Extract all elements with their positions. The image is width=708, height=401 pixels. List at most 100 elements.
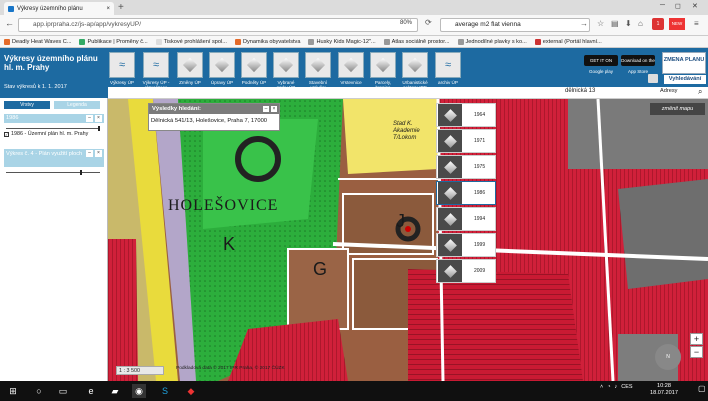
opacity-slider[interactable] xyxy=(6,170,100,175)
search-result-link[interactable]: Dělnická 541/13, Holešovice, Praha 7, 17… xyxy=(151,118,267,124)
browser-tab[interactable]: Výkresy územního plánu × xyxy=(4,2,114,15)
bookmark-item[interactable]: external (Portál hlavní... xyxy=(534,36,602,47)
url-input[interactable]: app.iprpraha.cz/js-ap/app/vykresyUP/ xyxy=(18,18,418,32)
popup-close-button[interactable]: × xyxy=(271,106,277,112)
maximize-icon[interactable]: ◻ xyxy=(675,2,681,10)
tool-vrstevnice[interactable]: Vrstevnice xyxy=(337,52,365,85)
year-item-2009[interactable]: 2009 xyxy=(436,259,496,283)
collapse-button[interactable]: – xyxy=(86,115,93,122)
new-badge[interactable]: NEW xyxy=(669,18,685,30)
language-indicator[interactable]: CES xyxy=(621,384,632,390)
search-arrow-icon[interactable]: → xyxy=(580,19,588,28)
skype-icon[interactable]: S xyxy=(158,384,172,398)
star-icon[interactable]: ☆ xyxy=(597,19,604,28)
diamond-icon xyxy=(177,52,203,78)
zoom-in-button[interactable]: + xyxy=(690,333,703,345)
notifications-icon[interactable]: ▢ xyxy=(698,384,706,393)
download-icon[interactable]: ⬇ xyxy=(625,19,632,28)
zoom-out-button[interactable]: − xyxy=(690,346,703,358)
bookmark-item[interactable]: Deadly Heat Waves C... xyxy=(4,36,71,47)
year-item-1994[interactable]: 1994 xyxy=(436,207,496,231)
print-icon[interactable] xyxy=(648,74,658,83)
layer-group-vykres4[interactable]: Výkres č. 4 - Plán využití ploch – × xyxy=(4,149,104,167)
tool-archiv-up[interactable]: ≈ archiv ÚP xyxy=(434,52,462,85)
bookmark-item[interactable]: Publikace | Proměny č... xyxy=(79,36,148,47)
tool-podnety-up[interactable]: Podněty ÚP xyxy=(240,52,268,85)
diamond-icon xyxy=(241,52,267,78)
zoom-level[interactable]: 80% xyxy=(400,20,412,26)
address-input[interactable]: dělnická 13 xyxy=(565,88,595,94)
app-store-badge[interactable]: Download on the App Store xyxy=(621,55,655,74)
bookmark-favicon-icon xyxy=(383,38,390,45)
bookmark-item[interactable]: Atlas sociálně prostor... xyxy=(383,36,450,47)
taskbar-clock[interactable]: 10:28 18.07.2017 xyxy=(650,383,678,397)
layer-checkbox[interactable]: ✓ xyxy=(4,131,9,137)
year-item-1999[interactable]: 1999 xyxy=(436,233,496,257)
tab-legenda[interactable]: Legenda xyxy=(54,101,100,109)
layer-group-1986[interactable]: 1986 – × xyxy=(4,114,104,123)
year-item-1986[interactable]: 1986 xyxy=(436,181,496,205)
popup-minimize-button[interactable]: – xyxy=(263,106,269,112)
menu-icon[interactable]: ≡ xyxy=(694,19,699,28)
app-icon[interactable]: ◆ xyxy=(184,384,198,398)
year-item-1971[interactable]: 1971 xyxy=(436,129,496,153)
bookmark-item[interactable]: Jednodílné plavky s ko... xyxy=(457,36,527,47)
bookmark-favicon-icon xyxy=(308,38,315,45)
compass-icon[interactable]: N xyxy=(655,344,681,370)
tool-vykresy-up[interactable]: ≈ Výkresy ÚP xyxy=(108,52,136,85)
map-label-j: J xyxy=(396,211,405,231)
scale-select[interactable]: 1 : 3 500 xyxy=(116,366,164,375)
layer-group-title: Výkres č. 4 - Plán využití ploch xyxy=(6,151,83,157)
minimize-icon[interactable]: ─ xyxy=(660,2,665,9)
windows-start-icon[interactable]: ⊞ xyxy=(6,384,20,398)
tab-vrstvy[interactable]: Vrstvy xyxy=(4,101,50,109)
change-map-button[interactable]: změnit mapu xyxy=(650,103,705,115)
network-icon[interactable]: ◔ xyxy=(607,384,610,390)
reload-icon[interactable]: ⟳ xyxy=(425,18,432,27)
task-view-icon[interactable]: ▭ xyxy=(56,384,70,398)
adresy-dropdown[interactable]: Adresy xyxy=(660,88,677,94)
bookmark-item[interactable]: Dynamika obyvatelstva xyxy=(234,36,300,47)
year-item-1975[interactable]: 1975 xyxy=(436,155,496,179)
google-play-badge[interactable]: GET IT ON Google play xyxy=(584,55,618,74)
bookmark-favicon-icon xyxy=(457,38,464,45)
collapse-button[interactable]: – xyxy=(86,150,93,157)
diamond-icon xyxy=(273,52,299,78)
library-icon[interactable]: ▤ xyxy=(611,19,619,28)
back-icon[interactable]: ← xyxy=(5,18,14,28)
tool-vybrane-prvky[interactable]: Vybrané prvky ÚP xyxy=(272,52,300,90)
tool-parcely-hranice[interactable]: Parcely, hranice xyxy=(369,52,397,90)
file-explorer-icon[interactable]: ▰ xyxy=(108,384,122,398)
vyhledavani-button[interactable]: Vyhledávání xyxy=(664,75,706,84)
layer-item[interactable]: ✓ 1986 - Územní plán hl. m. Prahy xyxy=(4,131,88,137)
remove-button[interactable]: × xyxy=(95,150,102,157)
firefox-icon[interactable]: ◉ xyxy=(132,384,146,398)
bookmark-item[interactable]: Husky Kids Magic-12"... xyxy=(308,36,376,47)
slider-knob[interactable] xyxy=(98,126,100,131)
map-label-g: G xyxy=(313,259,328,279)
opacity-slider[interactable] xyxy=(6,126,100,131)
tool-upravy-up[interactable]: Úpravy ÚP xyxy=(208,52,236,85)
tab-close-button[interactable]: × xyxy=(106,6,110,12)
year-item-1964[interactable]: 1964 xyxy=(436,103,496,127)
remove-button[interactable]: × xyxy=(95,115,102,122)
layer-item-label: 1986 - Územní plán hl. m. Prahy xyxy=(11,131,89,137)
close-window-icon[interactable]: ✕ xyxy=(692,2,698,10)
map-canvas[interactable]: HOLEŠOVICE K J G Stad K. Akademie T/Loko… xyxy=(108,99,708,381)
bookmark-item[interactable]: Tiskové prohlášení spol... xyxy=(155,36,227,47)
edge-icon[interactable]: e xyxy=(84,384,98,398)
home-icon[interactable]: ⌂ xyxy=(638,19,643,28)
slider-knob[interactable] xyxy=(80,170,82,175)
tool-stavebni-uzavery[interactable]: Stavební uzávěry xyxy=(304,52,332,90)
zmena-planu-button[interactable]: ZMENA PLANU xyxy=(662,52,706,74)
search-icon[interactable]: ⌕ xyxy=(698,87,702,97)
search-icon[interactable]: ○ xyxy=(32,384,46,398)
tool-vykresy-aktualizace[interactable]: ≈Výkresy ÚP - aktualizace xyxy=(142,52,170,90)
addon-badge[interactable]: 1 xyxy=(652,18,664,30)
search-input[interactable]: average m2 flat vienna xyxy=(440,18,590,32)
tray-chevron-icon[interactable]: ˄ xyxy=(600,384,603,390)
tool-zmeny-up[interactable]: Změny ÚP xyxy=(176,52,204,85)
volume-icon[interactable]: ♪ xyxy=(615,384,618,390)
new-tab-button[interactable]: + xyxy=(118,2,124,13)
year-thumbnail-icon xyxy=(438,182,462,204)
